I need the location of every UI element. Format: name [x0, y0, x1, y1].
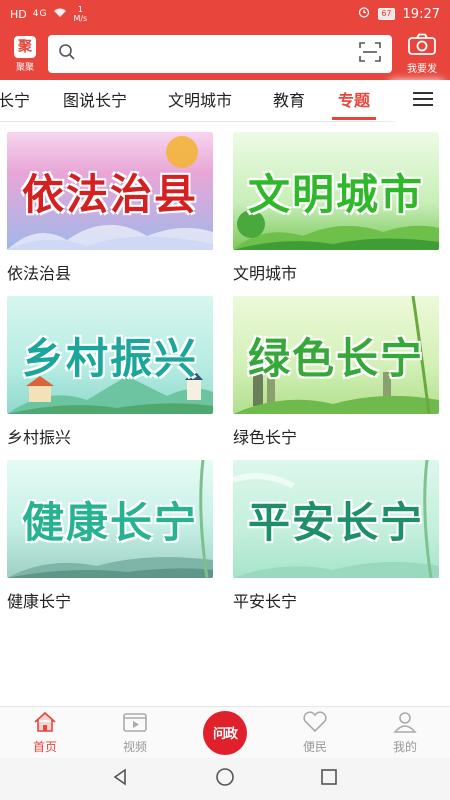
- topic-title: 依法治县: [7, 264, 72, 283]
- wifi-icon: [53, 8, 67, 21]
- tab-jiaoyu[interactable]: 教育: [273, 80, 305, 122]
- nav-convenience-label: 便民: [302, 739, 327, 754]
- topic-card[interactable]: 依法治县 依法治县: [7, 132, 217, 284]
- topic-card[interactable]: 健康长宁 健康长宁: [7, 460, 217, 612]
- banner-text: 健康长宁: [21, 497, 198, 547]
- topic-title: 健康长宁: [7, 592, 72, 611]
- topic-banner-image: 平安长宁: [233, 460, 439, 578]
- topic-banner-image: 文明城市: [233, 132, 439, 250]
- video-icon: [122, 711, 148, 736]
- recent-apps-icon[interactable]: [320, 768, 338, 790]
- nav-video-label: 视频: [122, 739, 147, 754]
- network-indicator: HD: [10, 7, 27, 21]
- topic-banner-image: 依法治县: [7, 132, 213, 250]
- search-icon: [58, 43, 76, 65]
- network-speed: 1 M/s: [73, 5, 88, 23]
- banner-text: 文明城市: [247, 169, 424, 219]
- battery-indicator: 67: [378, 8, 395, 20]
- topic-title: 乡村振兴: [7, 428, 72, 447]
- tab-zhuanti[interactable]: 专题: [331, 80, 377, 122]
- system-nav-bar: [0, 758, 450, 800]
- tab-tushuo-changning[interactable]: 图说长宁: [63, 80, 127, 122]
- search-input[interactable]: [84, 46, 358, 62]
- nav-profile-label: 我的: [392, 739, 417, 754]
- topic-banner-image: 乡村振兴: [7, 296, 213, 414]
- clock: 19:27: [402, 6, 440, 22]
- home-icon: [33, 711, 57, 736]
- topic-card[interactable]: 文明城市 文明城市: [233, 132, 443, 284]
- user-icon: [393, 711, 417, 736]
- nav-profile[interactable]: 我的: [360, 707, 450, 758]
- nav-home-label: 首页: [32, 739, 57, 754]
- logo-icon: 聚: [14, 35, 36, 58]
- banner-text: 绿色长宁: [247, 333, 424, 383]
- nav-video[interactable]: 视频: [90, 707, 180, 758]
- alarm-icon: [358, 6, 370, 22]
- home-circle-icon[interactable]: [215, 767, 235, 791]
- topic-banner-image: 绿色长宁: [233, 296, 439, 414]
- bottom-nav: 首页 视频 问政 便民 我的: [0, 706, 450, 758]
- search-bar[interactable]: [48, 35, 392, 73]
- heart-icon: [302, 710, 328, 736]
- channel-menu-button[interactable]: [396, 80, 450, 122]
- post-button[interactable]: 我要发: [400, 33, 444, 75]
- topic-card[interactable]: 绿色长宁 绿色长宁: [233, 296, 443, 448]
- back-icon[interactable]: [112, 768, 130, 790]
- nav-center[interactable]: 问政: [180, 707, 270, 758]
- banner-text: 依法治县: [21, 169, 198, 219]
- banner-text: 平安长宁: [247, 497, 424, 547]
- scan-icon[interactable]: [358, 41, 382, 67]
- nav-convenience[interactable]: 便民: [270, 707, 360, 758]
- nav-home[interactable]: 首页: [0, 707, 90, 758]
- channel-tabs: 长宁 图说长宁 文明城市 教育 专题: [0, 80, 450, 122]
- center-icon: 问政: [203, 710, 247, 755]
- topic-title: 绿色长宁: [233, 428, 298, 447]
- topic-banner-image: 健康长宁: [7, 460, 213, 578]
- signal-indicator: 4G: [32, 9, 48, 19]
- logo-label: 聚聚: [15, 62, 34, 73]
- menu-icon: [412, 91, 434, 111]
- banner-text: 乡村振兴: [21, 333, 198, 383]
- camera-icon: [407, 33, 437, 59]
- app-logo[interactable]: 聚 聚聚: [6, 35, 44, 73]
- app-header: 聚 聚聚 我要发: [0, 28, 450, 80]
- tab-wenming-chengshi[interactable]: 文明城市: [168, 80, 232, 122]
- status-bar: HD 4G 1 M/s 67 19:27: [0, 0, 450, 28]
- post-label: 我要发: [407, 64, 437, 75]
- topic-card[interactable]: 平安长宁 平安长宁: [233, 460, 443, 612]
- tab-changning[interactable]: 长宁: [0, 80, 30, 122]
- topic-card[interactable]: 乡村振兴 乡村振兴: [7, 296, 217, 448]
- topic-title: 平安长宁: [233, 592, 298, 611]
- topic-title: 文明城市: [233, 264, 298, 283]
